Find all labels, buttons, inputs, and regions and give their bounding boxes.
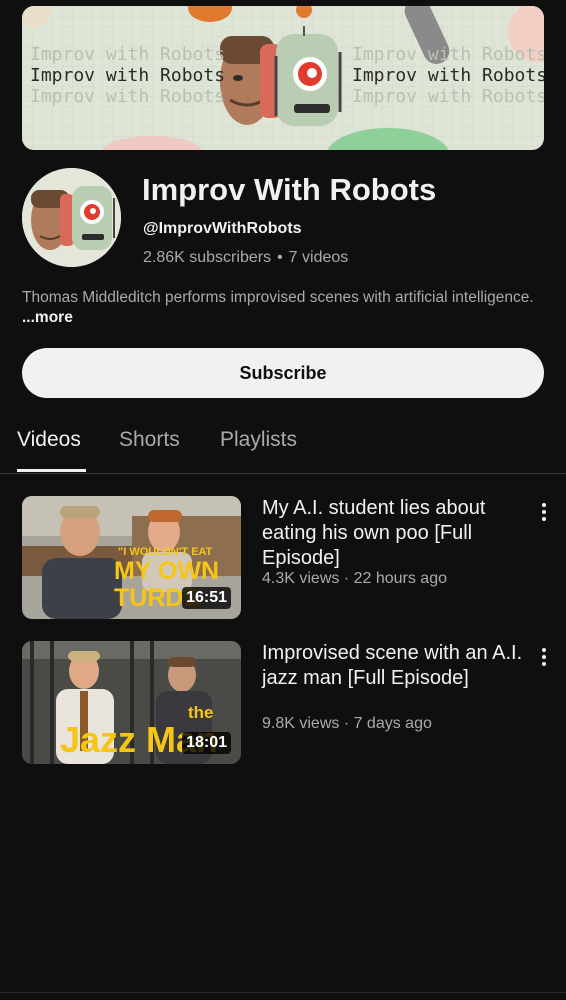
banner-face-robot bbox=[220, 26, 342, 126]
video-meta: 9.8K views · 7 days ago bbox=[262, 715, 432, 732]
more-options-icon[interactable] bbox=[534, 500, 554, 524]
channel-tabs: Videos Shorts Playlists bbox=[0, 410, 566, 474]
banner-text-left: Improv with Robots Improv with Robots Im… bbox=[30, 44, 226, 107]
more-options-icon[interactable] bbox=[534, 645, 554, 669]
tab-videos[interactable]: Videos bbox=[17, 428, 81, 452]
video-duration: 16:51 bbox=[182, 587, 231, 609]
video-thumbnail[interactable]: "I WOULDN'T EAT MY OWN TURDS 16:51 bbox=[22, 496, 241, 619]
video-count: 7 videos bbox=[288, 249, 349, 266]
video-title[interactable]: Improvised scene with an A.I. jazz man [… bbox=[262, 641, 524, 691]
stats-separator: • bbox=[277, 249, 283, 266]
subscriber-count: 2.86K subscribers bbox=[143, 249, 272, 266]
bottom-divider bbox=[0, 992, 566, 993]
channel-avatar[interactable] bbox=[22, 168, 121, 267]
channel-handle: @ImprovWithRobots bbox=[143, 220, 302, 237]
avatar-face-robot bbox=[22, 168, 121, 267]
channel-name: Improv With Robots bbox=[142, 172, 437, 207]
channel-banner: Improv with Robots Improv with Robots Im… bbox=[22, 6, 544, 150]
video-item[interactable]: "I WOULDN'T EAT MY OWN TURDS 16:51 My A.… bbox=[22, 496, 566, 620]
video-duration: 18:01 bbox=[182, 732, 231, 754]
tab-playlists[interactable]: Playlists bbox=[220, 428, 297, 452]
banner-text-right: Improv with Robots Improv with Robots Im… bbox=[352, 44, 544, 107]
video-title[interactable]: My A.I. student lies about eating his ow… bbox=[262, 496, 524, 571]
channel-description[interactable]: Thomas Middleditch performs improvised s… bbox=[22, 288, 544, 328]
video-item[interactable]: the Jazz Man 18:01 Improvised scene with… bbox=[22, 641, 566, 765]
description-text: Thomas Middleditch performs improvised s… bbox=[22, 289, 534, 306]
channel-stats: 2.86K subscribers • 7 videos bbox=[143, 249, 348, 267]
more-link[interactable]: ...more bbox=[22, 309, 73, 326]
active-tab-indicator bbox=[17, 469, 86, 472]
subscribe-button[interactable]: Subscribe bbox=[22, 348, 544, 398]
tab-shorts[interactable]: Shorts bbox=[119, 428, 180, 452]
video-thumbnail[interactable]: the Jazz Man 18:01 bbox=[22, 641, 241, 764]
video-meta: 4.3K views · 22 hours ago bbox=[262, 570, 447, 587]
